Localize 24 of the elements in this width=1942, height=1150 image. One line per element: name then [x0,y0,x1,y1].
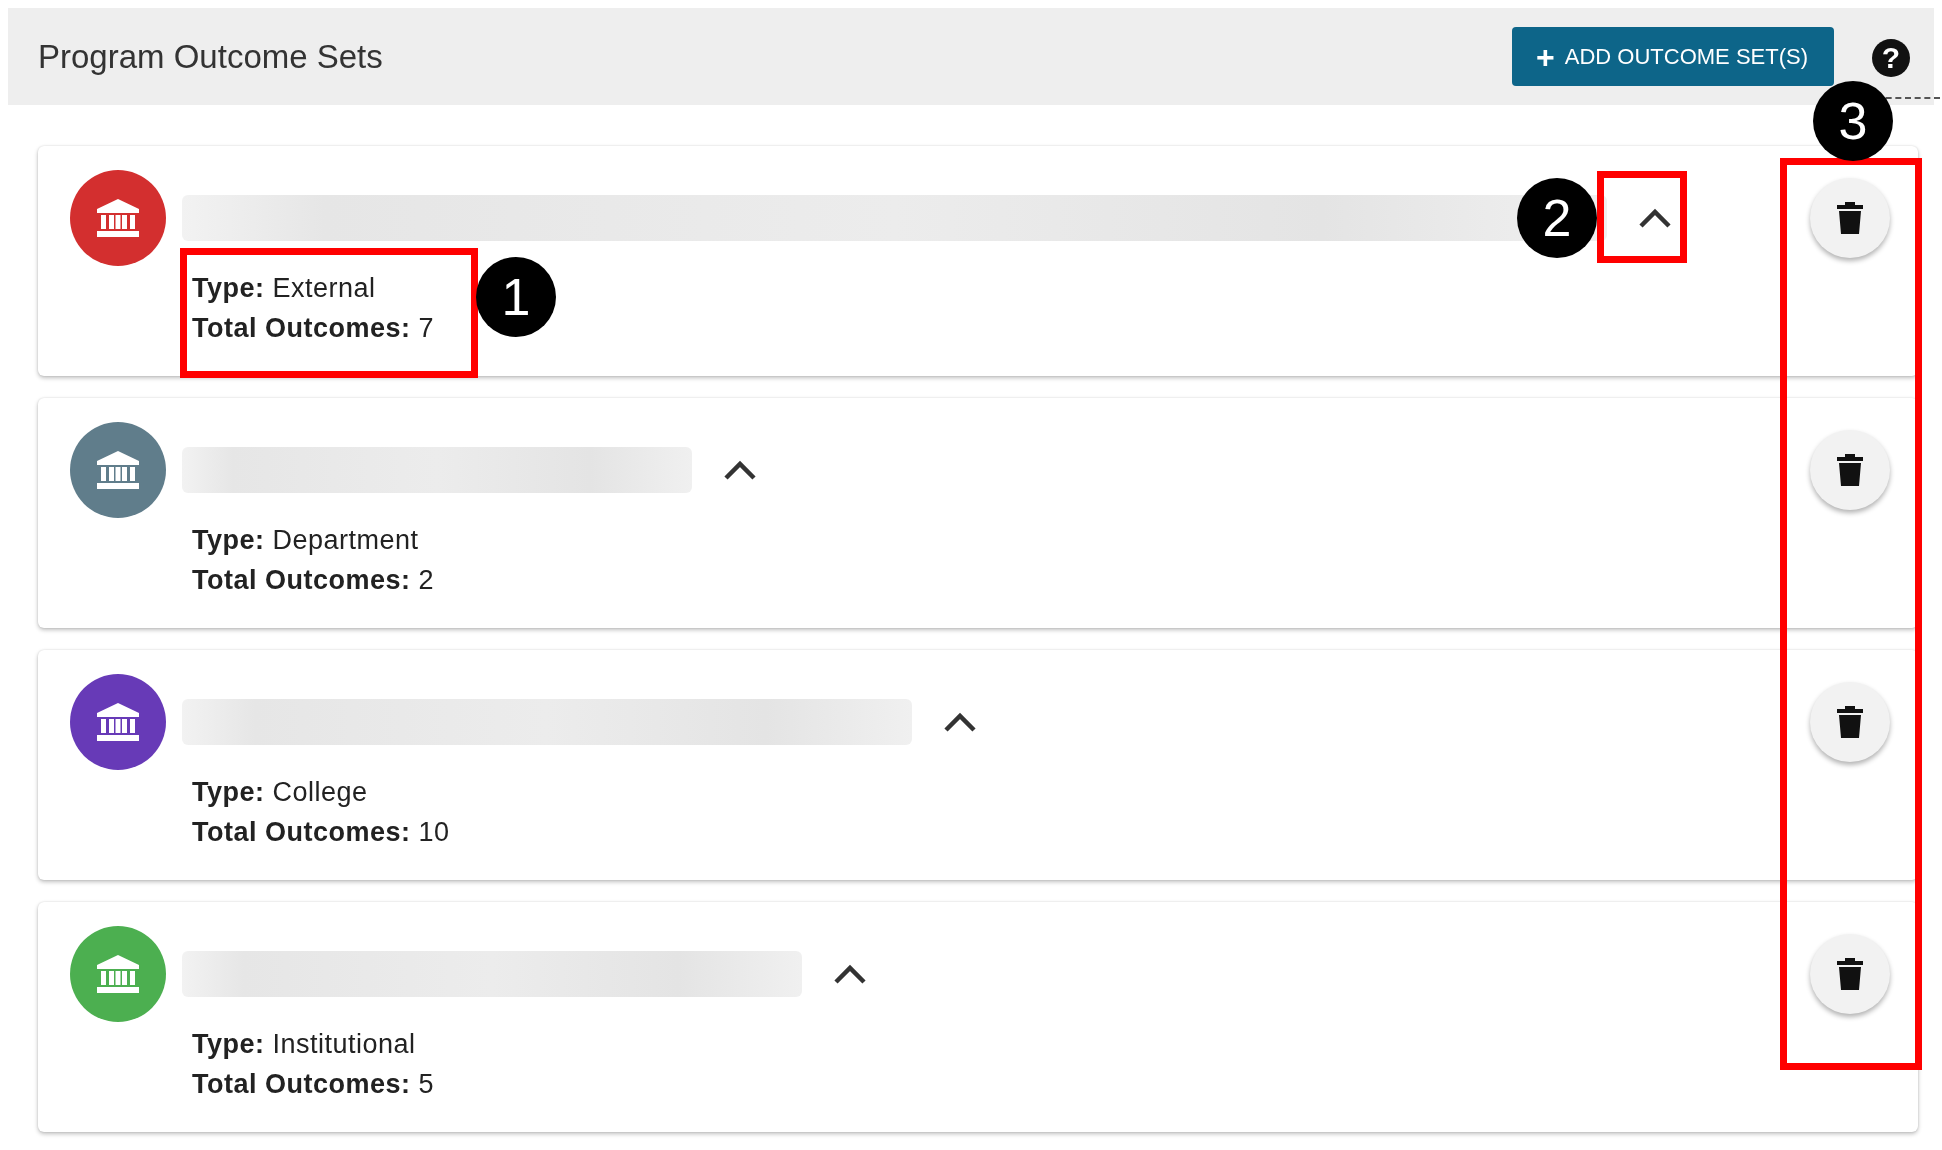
building-icon [97,199,139,237]
total-outcomes-text: Total Outcomes: 7 [192,312,435,345]
type-text: Type: Department [192,524,419,557]
trash-icon [1837,454,1863,486]
trash-icon [1837,958,1863,990]
trash-icon [1837,706,1863,738]
delete-button[interactable] [1810,430,1890,510]
type-text: Type: External [192,272,376,305]
total-outcomes-text: Total Outcomes: 5 [192,1068,435,1101]
building-icon [97,703,139,741]
delete-button[interactable] [1810,178,1890,258]
delete-button[interactable] [1810,682,1890,762]
building-icon [97,955,139,993]
total-outcomes-text: Total Outcomes: 2 [192,564,435,597]
add-outcome-set-button[interactable]: + ADD OUTCOME SET(S) [1512,27,1834,86]
help-icon[interactable]: ? [1872,38,1910,77]
type-text: Type: College [192,776,368,809]
total-outcomes-text: Total Outcomes: 10 [192,816,450,849]
page-title: Program Outcome Sets [38,37,384,76]
type-text: Type: Institutional [192,1028,416,1061]
building-icon [97,451,139,489]
plus-icon: + [1536,40,1555,73]
delete-button[interactable] [1810,934,1890,1014]
trash-icon [1837,202,1863,234]
